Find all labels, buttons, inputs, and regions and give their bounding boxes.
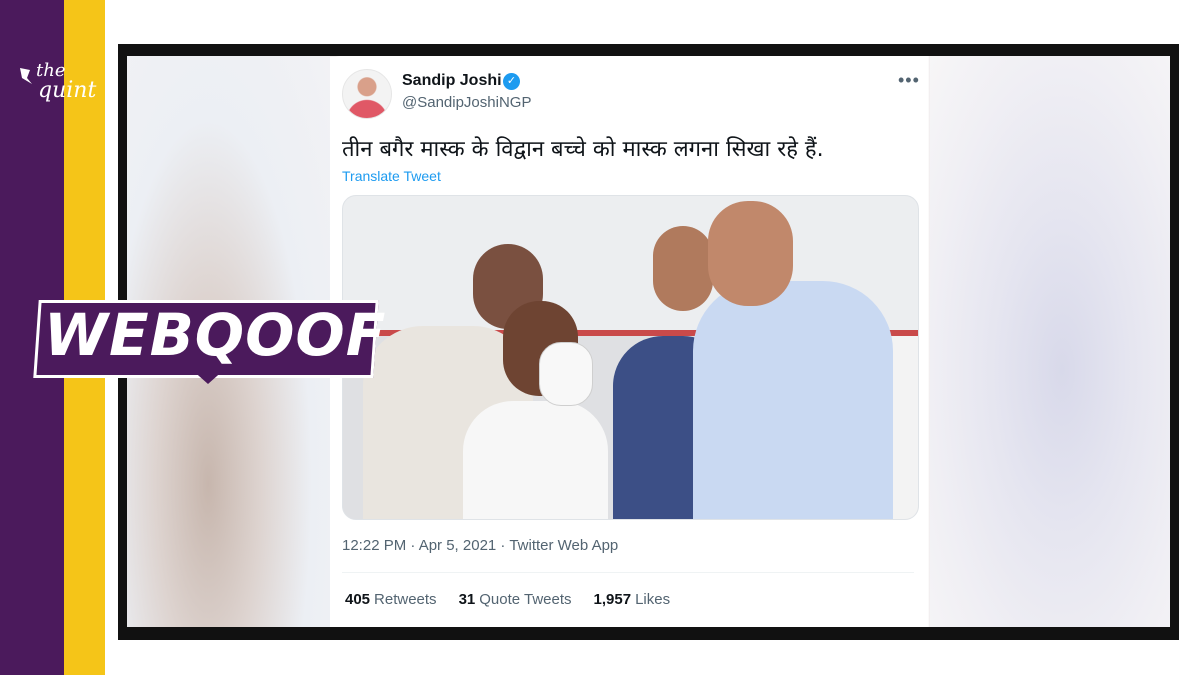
retweets-stat[interactable]: 405 Retweets bbox=[345, 591, 437, 608]
quote-count: 31 bbox=[458, 591, 476, 608]
tweet-text: तीन बगैर मास्क के विद्वान बच्चे को मास्क… bbox=[342, 137, 824, 162]
the-quint-logo: the quint bbox=[18, 60, 98, 110]
retweets-count: 405 bbox=[345, 591, 371, 608]
translate-tweet-link[interactable]: Translate Tweet bbox=[342, 168, 441, 184]
logo-text-quint: quint bbox=[38, 78, 97, 103]
tweet-card: Sandip Joshi ✓ @SandipJoshiNGP ••• तीन ब… bbox=[330, 57, 926, 627]
divider bbox=[342, 572, 914, 573]
author-name[interactable]: Sandip Joshi bbox=[402, 72, 502, 90]
webqoof-badge-tail bbox=[190, 368, 226, 384]
photo-child-body bbox=[463, 401, 608, 519]
more-options-icon[interactable]: ••• bbox=[898, 70, 920, 91]
blurred-background-right bbox=[930, 56, 1170, 627]
photo-person-right-head bbox=[708, 201, 793, 306]
quote-tweets-stat[interactable]: 31 Quote Tweets bbox=[459, 591, 572, 608]
photo-person-middle-head bbox=[653, 226, 713, 311]
photo-person-right-body bbox=[693, 281, 893, 519]
avatar[interactable] bbox=[342, 69, 392, 119]
quote-label: Quote Tweets bbox=[479, 591, 572, 608]
quint-logo-mark-icon bbox=[20, 68, 32, 84]
tweet-timestamp[interactable]: 12:22 PM · Apr 5, 2021 · Twitter Web App bbox=[342, 537, 618, 554]
webqoof-label: WEBQOOF bbox=[44, 301, 387, 369]
photo-face-mask bbox=[539, 342, 593, 406]
tweet-stats: 405 Retweets 31 Quote Tweets 1,957 Likes bbox=[345, 591, 670, 608]
likes-stat[interactable]: 1,957 Likes bbox=[594, 591, 671, 608]
verified-check-icon: ✓ bbox=[503, 73, 520, 90]
likes-label: Likes bbox=[635, 591, 671, 608]
tweet-photo[interactable] bbox=[342, 195, 919, 520]
retweets-label: Retweets bbox=[374, 591, 437, 608]
likes-count: 1,957 bbox=[593, 591, 632, 608]
author-handle[interactable]: @SandipJoshiNGP bbox=[402, 94, 531, 111]
